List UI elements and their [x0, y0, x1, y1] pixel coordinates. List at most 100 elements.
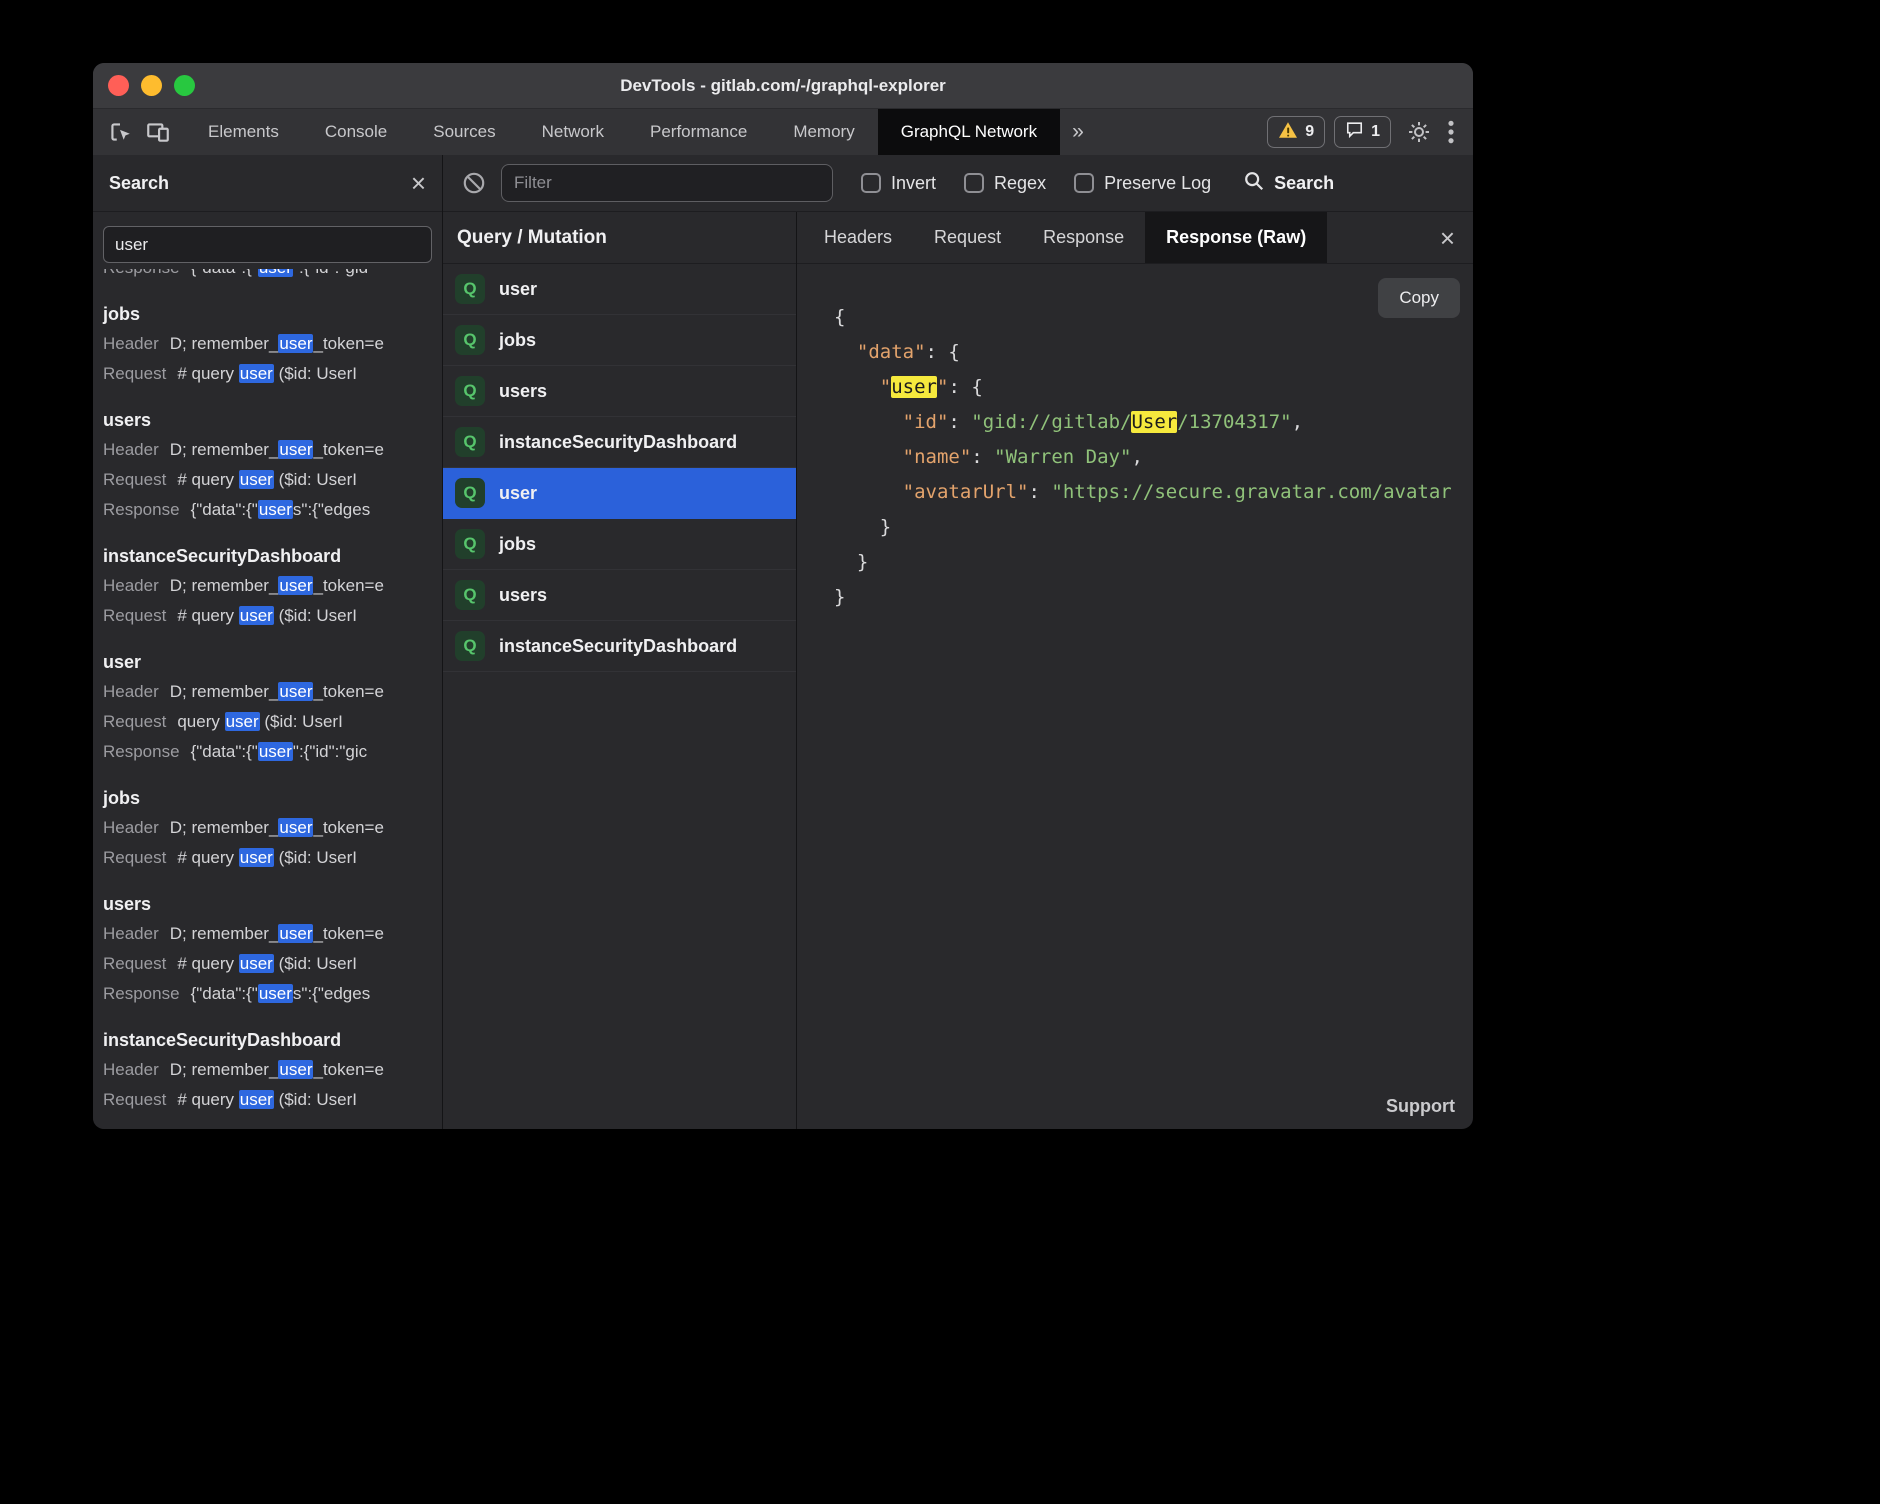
search-result-line[interactable]: Response{"data":{"user":{"id":"gid	[103, 269, 440, 283]
copy-button[interactable]: Copy	[1378, 278, 1460, 318]
search-result-group-title[interactable]: user	[103, 647, 440, 677]
query-list-item[interactable]: Qjobs	[443, 519, 796, 570]
zoom-window-button[interactable]	[174, 75, 195, 96]
search-result-line[interactable]: Requestquery user ($id: UserI	[103, 707, 440, 737]
result-text: D; remember_	[170, 1060, 279, 1079]
search-result-line[interactable]: Response{"data":{"users":{"edges	[103, 979, 440, 1009]
checkbox-box-icon[interactable]	[861, 173, 881, 193]
search-result-group-title[interactable]: jobs	[103, 299, 440, 329]
more-tabs-chevron[interactable]: »	[1060, 109, 1096, 155]
query-list-item[interactable]: QinstanceSecurityDashboard	[443, 417, 796, 468]
search-result-line[interactable]: HeaderD; remember_user_token=e	[103, 813, 440, 843]
search-result-line[interactable]: Request# query user ($id: UserI	[103, 465, 440, 495]
search-icon	[1243, 170, 1265, 197]
close-window-button[interactable]	[108, 75, 129, 96]
kebab-menu-icon[interactable]	[1447, 119, 1455, 145]
detail-tab-request[interactable]: Request	[913, 212, 1022, 263]
toolbar-tab-sources[interactable]: Sources	[410, 109, 518, 155]
search-match: user	[225, 712, 260, 731]
search-result-group-title[interactable]: instanceSecurityDashboard	[103, 541, 440, 571]
checkbox-box-icon[interactable]	[1074, 173, 1094, 193]
search-match: user	[239, 364, 274, 383]
search-result-line[interactable]: Request# query user ($id: UserI	[103, 949, 440, 979]
result-text: {"data":{"	[191, 500, 258, 519]
checkbox-regex[interactable]: Regex	[964, 173, 1046, 194]
detail-tab-response-raw[interactable]: Response (Raw)	[1145, 212, 1327, 263]
query-list-item[interactable]: Qjobs	[443, 315, 796, 366]
search-result-line[interactable]: Request# query user ($id: UserI	[103, 601, 440, 631]
result-text: _token=e	[313, 576, 383, 595]
result-text: ($id: UserI	[274, 364, 357, 383]
warning-count: 9	[1305, 123, 1314, 141]
search-result-line[interactable]: Request# query user ($id: UserI	[103, 359, 440, 389]
toolbar-tab-graphql-network[interactable]: GraphQL Network	[878, 109, 1060, 155]
json-token: "	[880, 376, 891, 398]
checkbox-invert[interactable]: Invert	[861, 173, 936, 194]
inspect-element-icon[interactable]	[107, 119, 133, 145]
lower-panels: Query / Mutation QuserQjobsQusersQinstan…	[443, 212, 1473, 1129]
checkbox-preserve-log[interactable]: Preserve Log	[1074, 173, 1211, 194]
result-text: D; remember_	[170, 440, 279, 459]
search-result-line[interactable]: Request# query user ($id: UserI	[103, 843, 440, 873]
search-result-line[interactable]: HeaderD; remember_user_token=e	[103, 677, 440, 707]
minimize-window-button[interactable]	[141, 75, 162, 96]
search-match: user	[278, 682, 313, 701]
issue-badges: 9 1	[1267, 116, 1391, 148]
query-list-item[interactable]: Quser	[443, 468, 796, 519]
clear-log-icon[interactable]	[461, 170, 487, 196]
search-result-group-title[interactable]: users	[103, 405, 440, 435]
search-result-line[interactable]: HeaderD; remember_user_token=e	[103, 1055, 440, 1085]
search-input[interactable]	[103, 226, 432, 263]
query-name: jobs	[499, 330, 536, 351]
query-list-item[interactable]: Qusers	[443, 366, 796, 417]
toolbar-tab-console[interactable]: Console	[302, 109, 410, 155]
query-list-item[interactable]: Quser	[443, 264, 796, 315]
json-line: "user": {	[834, 370, 1473, 405]
json-token: {	[834, 306, 845, 328]
result-field-label: Response	[103, 500, 180, 519]
detail-tab-response[interactable]: Response	[1022, 212, 1145, 263]
search-result-line[interactable]: HeaderD; remember_user_token=e	[103, 329, 440, 359]
search-result-group-title[interactable]: instanceSecurityDashboard	[103, 1025, 440, 1055]
toolbar-tabs: ElementsConsoleSourcesNetworkPerformance…	[185, 109, 1060, 155]
query-list-item[interactable]: Qusers	[443, 570, 796, 621]
result-text: query	[177, 712, 224, 731]
search-match: user	[239, 848, 274, 867]
toolbar-tab-network[interactable]: Network	[519, 109, 627, 155]
json-line: "name": "Warren Day",	[834, 440, 1473, 475]
search-match: user	[278, 576, 313, 595]
result-text: s":{"edges	[293, 500, 370, 519]
messages-badge[interactable]: 1	[1334, 116, 1391, 148]
search-match: user	[239, 954, 274, 973]
network-search-button[interactable]: Search	[1243, 170, 1334, 197]
warnings-badge[interactable]: 9	[1267, 116, 1325, 148]
search-result-line[interactable]: HeaderD; remember_user_token=e	[103, 919, 440, 949]
search-result-group-title[interactable]: jobs	[103, 783, 440, 813]
close-search-icon[interactable]: ×	[411, 170, 426, 196]
support-link[interactable]: Support	[1386, 1096, 1455, 1117]
filter-input[interactable]	[501, 164, 833, 202]
device-toolbar-icon[interactable]	[145, 119, 171, 145]
toolbar-tab-memory[interactable]: Memory	[770, 109, 877, 155]
search-result-line[interactable]: Response{"data":{"users":{"edges	[103, 495, 440, 525]
search-result-line[interactable]: Response{"data":{"user":{"id":"gic	[103, 737, 440, 767]
toolbar-tab-elements[interactable]: Elements	[185, 109, 302, 155]
query-name: user	[499, 483, 537, 504]
detail-tab-headers[interactable]: Headers	[803, 212, 913, 263]
json-token: }	[834, 586, 845, 608]
query-name: instanceSecurityDashboard	[499, 636, 737, 657]
search-result-group-title[interactable]: users	[103, 889, 440, 919]
search-result-line[interactable]: Request# query user ($id: UserI	[103, 1085, 440, 1115]
devtools-toolbar: ElementsConsoleSourcesNetworkPerformance…	[93, 109, 1473, 155]
query-name: jobs	[499, 534, 536, 555]
json-token: : {	[926, 341, 960, 363]
result-text: {"data":{"	[191, 742, 258, 761]
search-result-line[interactable]: HeaderD; remember_user_token=e	[103, 435, 440, 465]
checkbox-box-icon[interactable]	[964, 173, 984, 193]
search-result-line[interactable]: HeaderD; remember_user_token=e	[103, 571, 440, 601]
close-detail-icon[interactable]: ×	[1440, 225, 1455, 251]
query-list-item[interactable]: QinstanceSecurityDashboard	[443, 621, 796, 672]
settings-gear-icon[interactable]	[1407, 120, 1431, 144]
result-field-label: Header	[103, 818, 159, 837]
toolbar-tab-performance[interactable]: Performance	[627, 109, 770, 155]
